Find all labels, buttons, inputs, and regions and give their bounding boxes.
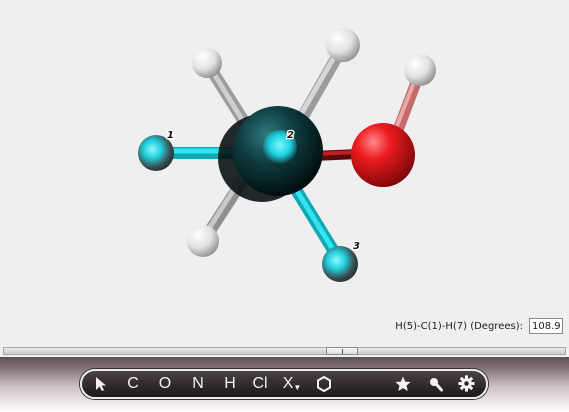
magnifier-icon (430, 378, 443, 392)
atom-label-1: 1 (167, 130, 174, 141)
atom-label-3: 3 (353, 241, 360, 252)
other-element-label: X (282, 375, 294, 392)
cursor-arrow-icon (96, 377, 106, 391)
angle-slider[interactable] (3, 347, 566, 355)
carbon-element-button[interactable]: C (122, 371, 144, 397)
angle-value-field[interactable] (529, 318, 563, 334)
star-icon (395, 376, 411, 391)
other-element-button[interactable]: X▼ (279, 371, 305, 397)
atom-oxygen[interactable] (351, 123, 415, 187)
atom-hydrogen-hydroxyl[interactable] (404, 54, 436, 86)
hydrogen-element-label: H (224, 375, 236, 392)
nitrogen-element-button[interactable]: N (187, 371, 209, 397)
search-button[interactable] (425, 371, 447, 397)
nitrogen-element-label: N (192, 375, 204, 392)
atom-hydrogen-top[interactable] (326, 28, 360, 62)
chlorine-element-button[interactable]: Cl (248, 371, 272, 397)
hydrogen-element-button[interactable]: H (219, 371, 241, 397)
atom-hydrogen-lower-left[interactable] (187, 225, 219, 257)
select-tool-button[interactable] (91, 371, 111, 397)
oxygen-element-label: O (158, 375, 172, 392)
ring-tool-button[interactable] (312, 371, 336, 397)
carbon-element-label: C (127, 375, 139, 392)
settings-button[interactable] (454, 371, 478, 397)
element-toolbar: C O N H Cl X▼ (80, 369, 488, 399)
hexagon-icon (317, 376, 331, 392)
molecule-viewer[interactable]: 1 2 3 (0, 0, 569, 345)
dropdown-triangle-icon: ▼ (293, 383, 302, 392)
oxygen-element-button[interactable]: O (154, 371, 176, 397)
angle-measurement: H(5)-C(1)-H(7) (Degrees): (395, 317, 563, 335)
atom-label-2: 2 (287, 130, 294, 141)
favorites-button[interactable] (392, 371, 414, 397)
angle-measurement-label: H(5)-C(1)-H(7) (Degrees): (395, 320, 523, 332)
atom-hydrogen-upper-left[interactable] (192, 48, 222, 78)
chlorine-element-label: Cl (252, 375, 268, 392)
gear-icon (457, 375, 475, 392)
angle-slider-thumb[interactable] (326, 347, 358, 355)
